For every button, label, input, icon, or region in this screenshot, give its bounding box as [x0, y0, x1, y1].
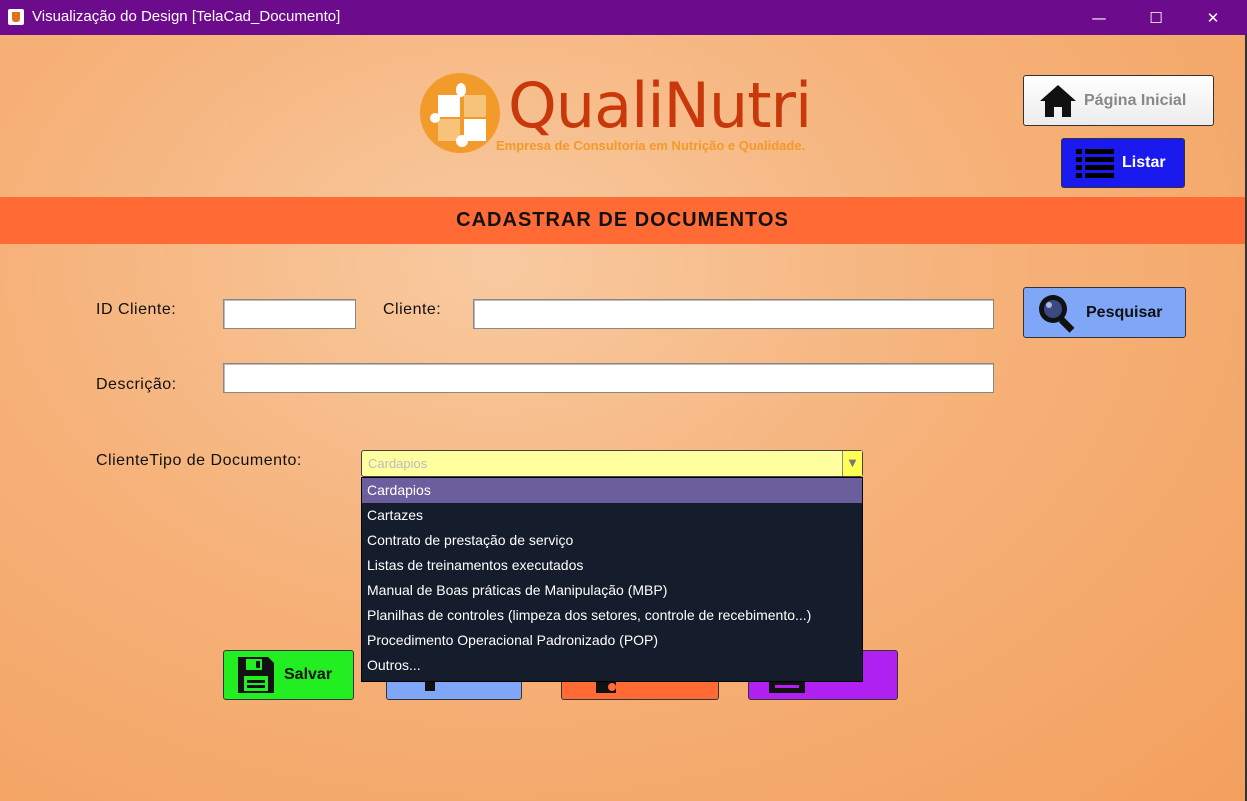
cliente-field[interactable]: [473, 299, 994, 329]
tipo-documento-label: ClienteTipo de Documento:: [96, 452, 302, 469]
close-button[interactable]: ✕: [1190, 0, 1236, 35]
home-button-label: Página Inicial: [1084, 91, 1187, 109]
id-cliente-field[interactable]: [223, 299, 356, 329]
minimize-button[interactable]: —: [1076, 0, 1122, 35]
logo-brand-name: QualiNutri: [508, 69, 812, 142]
chevron-down-icon[interactable]: ▼: [842, 451, 862, 476]
list-icon: [1076, 149, 1114, 178]
form-panel: QualiNutri Empresa de Consultoria em Nut…: [0, 35, 1245, 801]
save-button[interactable]: Salvar: [223, 650, 354, 700]
page-title: CADASTRAR DE DOCUMENTOS: [0, 197, 1245, 244]
list-button[interactable]: Listar: [1061, 138, 1185, 188]
dropdown-option[interactable]: Cartazes: [362, 503, 862, 528]
dropdown-option[interactable]: Planilhas de controles (limpeza dos seto…: [362, 603, 862, 628]
descricao-field[interactable]: [223, 363, 994, 393]
puzzle-logo-icon: [420, 73, 500, 153]
tipo-documento-selected: Cardapios: [368, 456, 428, 471]
id-cliente-label: ID Cliente:: [96, 301, 177, 318]
dropdown-option[interactable]: Contrato de prestação de serviço: [362, 528, 862, 553]
magnifier-icon: [1039, 294, 1075, 333]
home-icon: [1040, 84, 1076, 117]
descricao-label: Descrição:: [96, 376, 177, 393]
maximize-button[interactable]: ☐: [1133, 0, 1179, 35]
cliente-label: Cliente:: [383, 301, 442, 318]
save-button-label: Salvar: [284, 666, 333, 683]
dropdown-option[interactable]: Outros...: [362, 653, 862, 678]
tipo-documento-dropdown: Cardapios Cartazes Contrato de prestação…: [361, 477, 863, 682]
window-titlebar: Visualização do Design [TelaCad_Document…: [0, 0, 1247, 35]
dropdown-option[interactable]: Listas de treinamentos executados: [362, 553, 862, 578]
search-button-label: Pesquisar: [1086, 303, 1163, 321]
tipo-documento-select[interactable]: Cardapios ▼: [361, 450, 863, 477]
dropdown-option[interactable]: Manual de Boas práticas de Manipulação (…: [362, 578, 862, 603]
window-title: Visualização do Design [TelaCad_Document…: [32, 8, 341, 25]
list-button-label: Listar: [1122, 154, 1166, 171]
dropdown-option[interactable]: Procedimento Operacional Padronizado (PO…: [362, 628, 862, 653]
logo-tagline: Empresa de Consultoria em Nutrição e Qua…: [496, 138, 806, 153]
floppy-disk-icon: [238, 657, 274, 693]
search-button[interactable]: Pesquisar: [1023, 287, 1186, 338]
dropdown-option[interactable]: Cardapios: [362, 478, 862, 503]
home-button[interactable]: Página Inicial: [1023, 75, 1214, 126]
java-app-icon: [8, 9, 24, 25]
